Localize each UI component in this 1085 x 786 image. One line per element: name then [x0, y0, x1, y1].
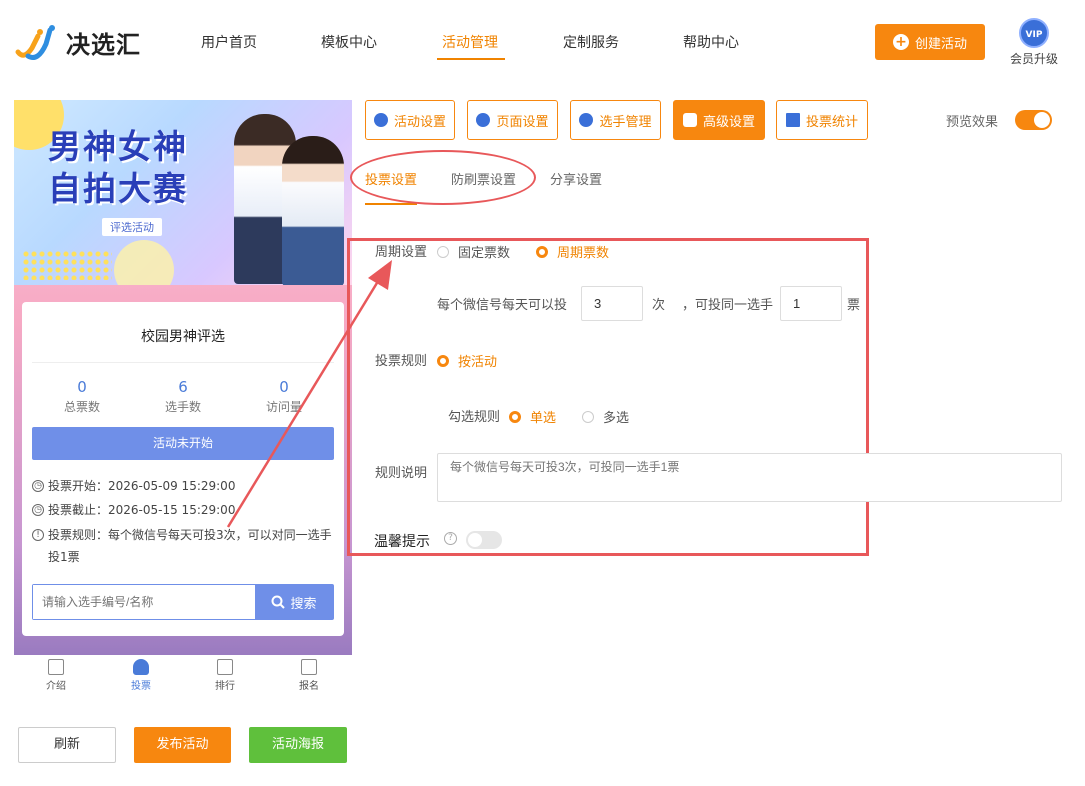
- annotation-arrow: [226, 260, 392, 528]
